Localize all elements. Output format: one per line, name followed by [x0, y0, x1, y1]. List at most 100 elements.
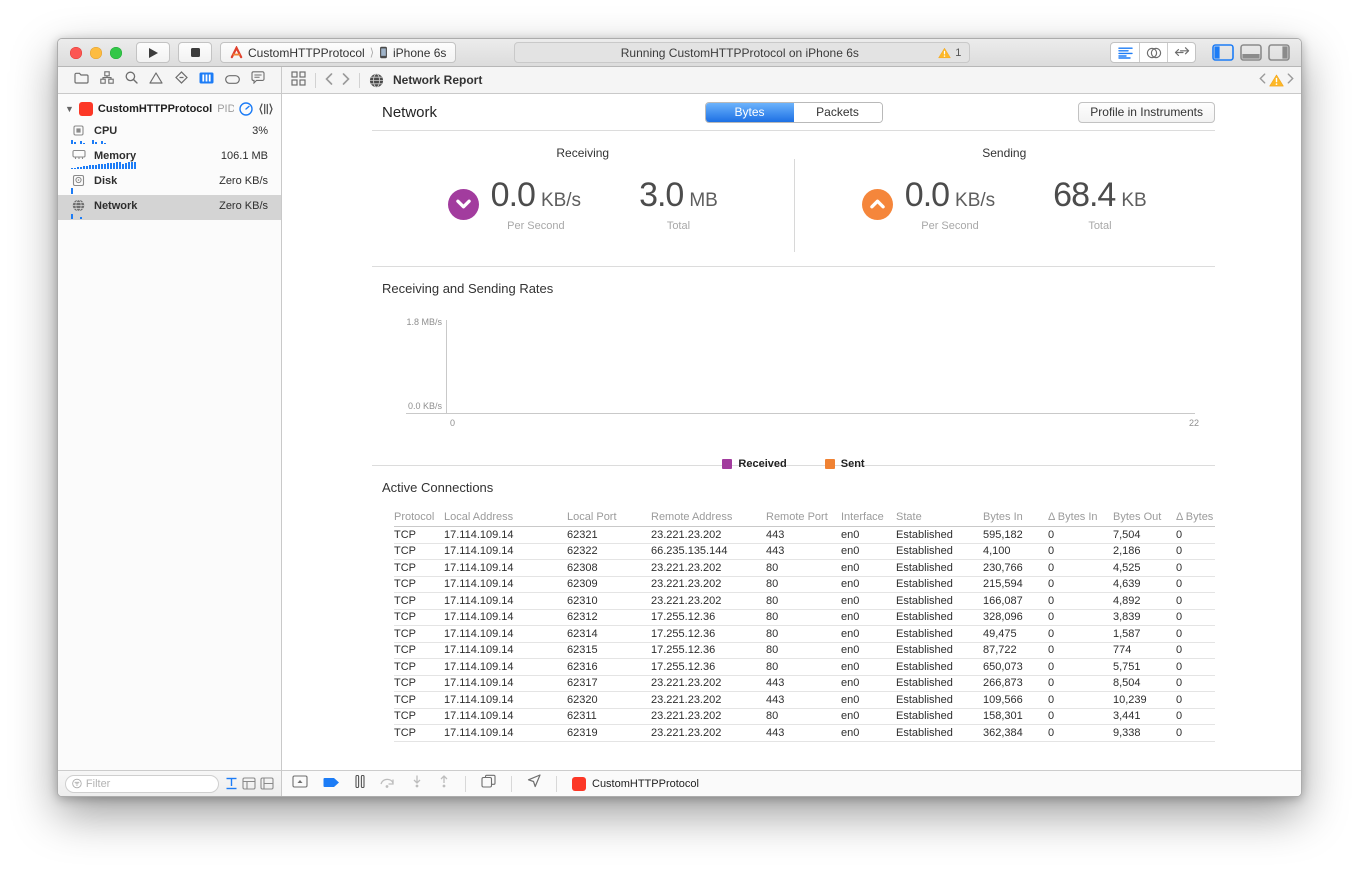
- process-row[interactable]: ▼ CustomHTTPProtocol PID 3…: [58, 97, 281, 120]
- stop-button[interactable]: [178, 42, 212, 63]
- download-arrow-icon: [448, 189, 479, 220]
- toggle-debug-area-button[interactable]: [1238, 43, 1263, 62]
- filter-field[interactable]: [65, 775, 219, 793]
- gauge-view-icon[interactable]: [239, 102, 253, 116]
- next-issue-button[interactable]: [1287, 71, 1294, 89]
- disk-icon: [71, 174, 86, 187]
- table-row[interactable]: TCP17.114.109.146230823.221.23.20280en0E…: [394, 560, 1215, 577]
- navigator-selector-bar: [58, 67, 282, 93]
- table-cell: 23.221.23.202: [651, 677, 766, 689]
- table-cell: en0: [841, 562, 896, 574]
- related-items-button[interactable]: [291, 71, 306, 89]
- table-row[interactable]: TCP17.114.109.146231217.255.12.3680en0Es…: [394, 610, 1215, 627]
- table-cell: 80: [766, 562, 841, 574]
- app-icon: [79, 102, 93, 116]
- breakpoints-toggle-button[interactable]: [323, 775, 340, 793]
- segment-packets[interactable]: Packets: [794, 103, 882, 122]
- table-row[interactable]: TCP17.114.109.146231123.221.23.20280en0E…: [394, 709, 1215, 726]
- step-over-button[interactable]: [380, 775, 396, 793]
- table-row[interactable]: TCP17.114.109.146231417.255.12.3680en0Es…: [394, 626, 1215, 643]
- table-row[interactable]: TCP17.114.109.146231517.255.12.3680en0Es…: [394, 643, 1215, 660]
- filter-gauges-toggle-icon[interactable]: [225, 777, 238, 790]
- table-row[interactable]: TCP17.114.109.146230923.221.23.20280en0E…: [394, 577, 1215, 594]
- debug-process-label[interactable]: CustomHTTPProtocol: [572, 777, 699, 791]
- column-header[interactable]: Δ Bytes O: [1176, 511, 1215, 523]
- segment-bytes[interactable]: Bytes: [706, 103, 794, 122]
- step-out-button[interactable]: [438, 775, 450, 793]
- column-header[interactable]: Protocol: [394, 511, 444, 523]
- previous-issue-button[interactable]: [1259, 71, 1266, 89]
- status-warning[interactable]: 1: [938, 47, 961, 59]
- table-cell: 62310: [567, 595, 651, 607]
- step-into-button[interactable]: [411, 775, 423, 793]
- pause-execution-button[interactable]: [355, 775, 365, 793]
- assistant-editor-button[interactable]: [1139, 43, 1167, 62]
- test-navigator-button[interactable]: [175, 71, 188, 89]
- table-cell: Established: [896, 562, 983, 574]
- go-forward-button[interactable]: [342, 73, 350, 88]
- toggle-navigator-button[interactable]: [1210, 43, 1235, 62]
- column-header[interactable]: Remote Port: [766, 511, 841, 523]
- sidebar-gauge-disk[interactable]: DiskZero KB/s: [58, 170, 281, 195]
- report-navigator-button[interactable]: [251, 71, 265, 89]
- table-row[interactable]: TCP17.114.109.146231023.221.23.20280en0E…: [394, 593, 1215, 610]
- filter-stack-frames-toggle-icon[interactable]: [260, 777, 274, 790]
- receiving-rate-caption: Per Second: [507, 220, 564, 232]
- column-header[interactable]: State: [896, 511, 983, 523]
- scheme-selector[interactable]: CustomHTTPProtocol ⟩ iPhone 6s: [220, 42, 456, 63]
- profile-in-instruments-button[interactable]: Profile in Instruments: [1078, 102, 1215, 123]
- column-header[interactable]: Δ Bytes In: [1048, 511, 1113, 523]
- table-row[interactable]: TCP17.114.109.146231723.221.23.202443en0…: [394, 676, 1215, 693]
- zoom-window-button[interactable]: [110, 47, 122, 59]
- stats-section: Receiving 0.0KB/s Per Second: [372, 131, 1215, 267]
- memory-graph-icon[interactable]: [259, 103, 273, 115]
- table-cell: 0: [1048, 611, 1113, 623]
- chevron-left-icon: [1259, 73, 1266, 84]
- debug-navigator-button[interactable]: [199, 71, 214, 89]
- table-row[interactable]: TCP17.114.109.146232123.221.23.202443en0…: [394, 527, 1215, 544]
- symbol-navigator-button[interactable]: [100, 71, 114, 89]
- jumpbar-title[interactable]: Network Report: [393, 73, 482, 87]
- find-navigator-button[interactable]: [125, 71, 138, 89]
- gauge-value: Zero KB/s: [219, 175, 268, 187]
- close-window-button[interactable]: [70, 47, 82, 59]
- table-cell: en0: [841, 578, 896, 590]
- project-navigator-button[interactable]: [74, 71, 89, 89]
- column-header[interactable]: Remote Address: [651, 511, 766, 523]
- table-cell: Established: [896, 529, 983, 541]
- filter-input[interactable]: [86, 778, 212, 790]
- breakpoint-navigator-button[interactable]: [225, 71, 240, 89]
- table-row[interactable]: TCP17.114.109.146232266.235.135.144443en…: [394, 544, 1215, 561]
- toggle-utilities-button[interactable]: [1266, 43, 1291, 62]
- minimize-window-button[interactable]: [90, 47, 102, 59]
- column-header[interactable]: Bytes In: [983, 511, 1048, 523]
- column-header[interactable]: Local Address: [444, 511, 567, 523]
- disclosure-triangle-icon[interactable]: ▼: [65, 104, 74, 114]
- sidebar-gauge-memory[interactable]: Memory106.1 MB: [58, 145, 281, 170]
- sidebar-gauge-cpu[interactable]: CPU3%: [58, 120, 281, 145]
- stats-vertical-divider: [794, 159, 795, 252]
- issues-triangle-icon: [149, 72, 163, 84]
- table-row[interactable]: TCP17.114.109.146232023.221.23.202443en0…: [394, 692, 1215, 709]
- run-button[interactable]: [136, 42, 170, 63]
- table-cell: 0: [1176, 529, 1215, 541]
- table-cell: TCP: [394, 694, 444, 706]
- step-into-icon: [411, 775, 423, 788]
- issue-navigator-button[interactable]: [149, 71, 163, 89]
- hide-debug-area-button[interactable]: [292, 775, 308, 793]
- standard-editor-button[interactable]: [1111, 43, 1139, 62]
- table-row[interactable]: TCP17.114.109.146231923.221.23.202443en0…: [394, 725, 1215, 742]
- table-cell: 62320: [567, 694, 651, 706]
- column-header[interactable]: Bytes Out: [1113, 511, 1176, 523]
- version-editor-button[interactable]: [1167, 43, 1195, 62]
- go-back-button[interactable]: [325, 73, 333, 88]
- simulate-location-button[interactable]: [527, 774, 541, 793]
- jumpbar-divider-2: [359, 73, 360, 88]
- debug-view-hierarchy-button[interactable]: [481, 774, 496, 793]
- sidebar-gauge-network[interactable]: NetworkZero KB/s: [58, 195, 281, 220]
- table-cell: en0: [841, 727, 896, 739]
- table-row[interactable]: TCP17.114.109.146231617.255.12.3680en0Es…: [394, 659, 1215, 676]
- filter-threads-toggle-icon[interactable]: [242, 777, 256, 790]
- column-header[interactable]: Local Port: [567, 511, 651, 523]
- column-header[interactable]: Interface: [841, 511, 896, 523]
